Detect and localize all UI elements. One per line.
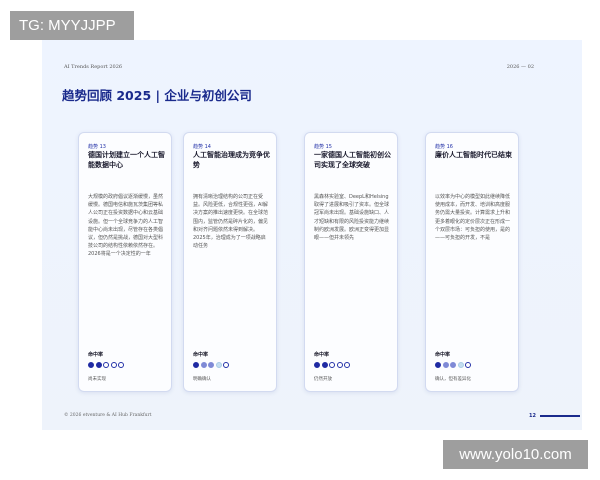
maturity-dot	[450, 362, 456, 368]
maturity-dot	[442, 362, 449, 368]
maturity-dot	[208, 362, 214, 368]
trend-tag: 趋势 16	[435, 144, 453, 150]
footer-copyright: © 2026 etventure & AI Hub Frankfurt	[64, 413, 152, 418]
maturity-label: 命中率	[88, 352, 104, 358]
maturity-dot	[193, 362, 199, 368]
trend-card-14: 趋势 14 人工智能治理成为竞争优势 拥有清晰治理结构的公司正在受益。风险更低，…	[183, 132, 277, 392]
trend-body: 黑森林实验室、DeepL和Helsing取得了进展和吸引了资本。但全球冠军尚未出…	[314, 194, 390, 242]
watermark-bottom: www.yolo10.com	[443, 440, 588, 469]
trend-heading: 一家德国人工智能初创公司实现了全球突破	[314, 151, 391, 169]
page-title: 趋势回顾 2025 | 企业与初创公司	[62, 88, 252, 103]
report-name: AI Trends Report 2026	[64, 64, 123, 70]
maturity-dot	[435, 362, 441, 368]
report-slide: AI Trends Report 2026 2026 — 02 趋势回顾 202…	[42, 40, 582, 430]
maturity-dot	[223, 362, 229, 368]
trend-tag: 趋势 13	[88, 144, 106, 150]
watermark-top: TG: MYYJJPP	[10, 11, 134, 40]
maturity-label: 命中率	[435, 352, 451, 358]
maturity-dots	[88, 362, 124, 368]
page-tag: 2026 — 02	[506, 64, 534, 70]
maturity-dot	[215, 362, 222, 368]
page-number: 12	[529, 413, 536, 419]
maturity-dot	[110, 362, 117, 368]
maturity-dots	[435, 362, 471, 368]
maturity-caption: 确认，但有差异化	[435, 377, 471, 382]
maturity-dot	[321, 362, 328, 368]
maturity-dot	[200, 362, 207, 368]
trend-tag: 趋势 15	[314, 144, 332, 150]
maturity-dot	[314, 362, 320, 368]
trend-card-13: 趋势 13 德国计划建立一个人工智能数据中心 大规模的政府倡议逐渐缓慢，虽然缓慢…	[78, 132, 172, 392]
trend-tag: 趋势 14	[193, 144, 211, 150]
maturity-dot	[336, 362, 343, 368]
maturity-dot	[329, 362, 335, 368]
maturity-dot	[118, 362, 124, 368]
maturity-dot	[88, 362, 94, 368]
maturity-caption: 尚未实现	[88, 377, 106, 382]
maturity-dot	[95, 362, 102, 368]
maturity-dot	[465, 362, 471, 368]
trend-heading: 德国计划建立一个人工智能数据中心	[88, 151, 165, 169]
maturity-caption: 明确确认	[193, 377, 211, 382]
trend-heading: 廉价人工智能时代已结束	[435, 151, 512, 159]
maturity-label: 命中率	[193, 352, 209, 358]
trend-card-15: 趋势 15 一家德国人工智能初创公司实现了全球突破 黑森林实验室、DeepL和H…	[304, 132, 398, 392]
maturity-dot	[344, 362, 350, 368]
maturity-dots	[193, 362, 229, 368]
footer-accent-bar	[540, 415, 580, 417]
trend-body: 拥有清晰治理结构的公司正在受益。风险更低，合规性更强，AI解决方案的推出速度更快…	[193, 194, 269, 250]
trend-card-16: 趋势 16 廉价人工智能时代已结束 以效率为中心的模型如此继续降低使用成本，而开…	[425, 132, 519, 392]
maturity-label: 命中率	[314, 352, 330, 358]
trend-body: 大规模的政府倡议逐渐缓慢，虽然缓慢。德国电信和施瓦茨集团等私人公司正在投资数据中…	[88, 194, 164, 258]
maturity-caption: 仍然开放	[314, 377, 332, 382]
trend-heading: 人工智能治理成为竞争优势	[193, 151, 270, 169]
maturity-dots	[314, 362, 350, 368]
maturity-dot	[457, 362, 464, 368]
maturity-dot	[103, 362, 109, 368]
trend-body: 以效率为中心的模型如此继续降低使用成本，而开发、培训和高度服务仍需大量投资。计算…	[435, 194, 511, 242]
